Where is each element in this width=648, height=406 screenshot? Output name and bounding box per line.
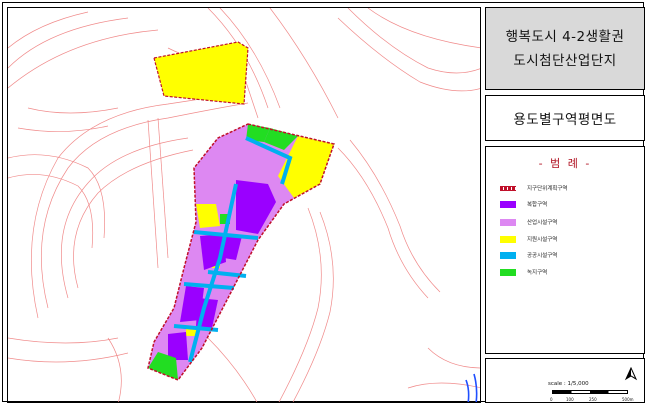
scale-panel: scale : 1/5,000 0 100 250 500m <box>485 358 645 403</box>
legend-panel: - 범 례 - 지구단위계획구역 복합구역 산업시설구역 지원시설구역 공공시설… <box>485 146 645 354</box>
legend-heading: - 범 례 - <box>538 157 592 170</box>
legend-label: 지구단위계획구역 <box>527 186 568 192</box>
legend-label: 지원시설구역 <box>527 237 558 243</box>
legend-swatch-boundary <box>500 185 516 191</box>
zone-support-north[interactable] <box>153 41 249 105</box>
land-use-map <box>8 8 480 402</box>
legend-label: 녹지구역 <box>527 270 548 276</box>
legend-item-public: 공공시설구역 <box>500 250 557 260</box>
map-sheet: 행복도시 4-2생활권 도시첨단산업단지 용도별구역평면도 - 범 례 - 지구… <box>2 2 645 403</box>
map-subtitle: 용도별구역평면도 <box>513 112 617 128</box>
scale-bar <box>552 390 628 394</box>
scale-tick: 250 <box>589 397 597 402</box>
scale-tick: 0 <box>550 397 553 402</box>
legend-item-support: 지원시설구역 <box>500 234 557 244</box>
zone-complex-6[interactable] <box>168 332 188 360</box>
legend-swatch-complex <box>500 200 516 208</box>
legend-item-industrial: 산업시설구역 <box>500 217 557 227</box>
legend-item-boundary: 지구단위계획구역 <box>500 183 567 193</box>
title-line-2: 도시첨단산업단지 <box>513 52 617 69</box>
legend-item-green: 녹지구역 <box>500 267 547 277</box>
legend-label: 복합구역 <box>527 202 548 208</box>
scale-tick: 500m <box>622 397 634 402</box>
scale-label: scale : 1/5,000 <box>548 381 589 387</box>
zone-support-west[interactable] <box>196 204 220 228</box>
river-lines <box>465 373 478 402</box>
map-canvas[interactable] <box>7 7 481 403</box>
legend-swatch-public <box>500 251 516 259</box>
legend-label: 공공시설구역 <box>527 253 558 259</box>
subtitle-panel: 용도별구역평면도 <box>485 95 645 141</box>
scale-tick: 100 <box>566 397 574 402</box>
legend-swatch-green <box>500 268 516 276</box>
legend-swatch-support <box>500 235 516 243</box>
title-panel: 행복도시 4-2생활권 도시첨단산업단지 <box>485 7 645 90</box>
legend-label: 산업시설구역 <box>527 220 558 226</box>
site-zones <box>147 123 335 381</box>
title-line-1: 행복도시 4-2생활권 <box>505 28 625 45</box>
legend-item-complex: 복합구역 <box>500 199 547 209</box>
north-arrow-icon <box>624 367 638 381</box>
legend-swatch-industrial <box>500 218 516 226</box>
